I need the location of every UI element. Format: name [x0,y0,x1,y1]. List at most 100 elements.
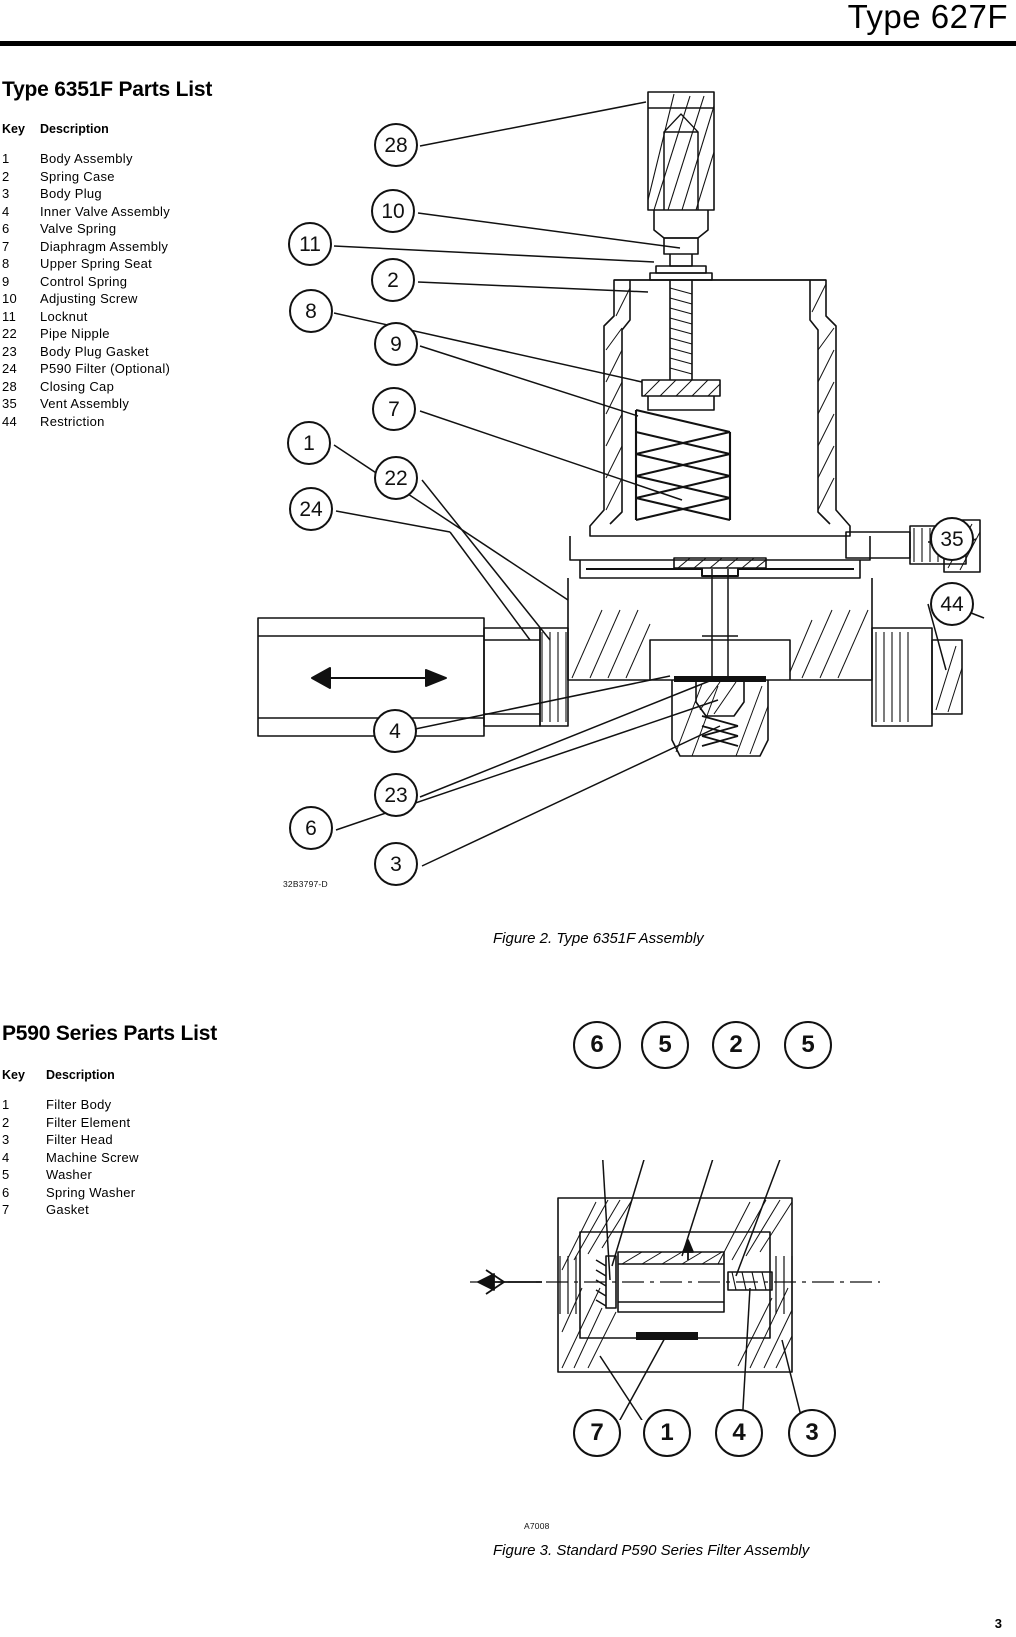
page-title: Type 627F [847,0,1008,35]
part-key: 2 [2,1114,10,1130]
part-description: Control Spring [40,273,128,289]
callout-bubble: 35 [930,517,974,561]
callout-label: 6 [305,816,317,840]
callout-bubble: 3 [788,1409,836,1457]
part-description: Body Plug Gasket [40,343,149,359]
part-description: Pipe Nipple [40,326,110,341]
callout-bubble: 7 [372,387,416,431]
part-key: 1 [2,151,10,166]
callout-label: 9 [390,332,402,356]
parts-table-p590: Key Description 1 Filter Body 2 Filter Elem… [2,1066,266,1219]
callout-bubble: 9 [374,322,418,366]
part-description: Vent Assembly [40,396,130,411]
part-key: 24 [2,361,18,376]
callout-bubble: 6 [289,806,333,850]
table-row: 1 Filter Body [2,1096,266,1114]
section-title-6351f: Type 6351F Parts List [2,78,213,101]
table-row: 3 Filter Head [2,1131,266,1149]
part-key: 28 [2,378,18,394]
callout-label: 35 [940,527,964,551]
part-description: Filter Body [46,1097,112,1112]
section-title-p590: P590 Series Parts List [2,1022,218,1045]
callout-bubble: 5 [641,1021,689,1069]
part-key: 1 [2,1097,10,1112]
part-key: 8 [2,256,10,271]
callout-label: 3 [390,852,402,876]
callout-bubble: 23 [374,773,418,817]
callout-label: 24 [299,497,323,521]
callout-bubble: 7 [573,1409,621,1457]
part-description: Closing Cap [40,378,115,394]
callout-label: 4 [389,719,401,743]
part-description: P590 Filter (Optional) [40,361,171,376]
part-key: 3 [2,186,10,201]
callout-bubble: 4 [715,1409,763,1457]
callout-label: 6 [590,1031,604,1058]
part-description: Restriction [40,413,105,429]
part-key: 44 [2,413,18,429]
callout-label: 28 [384,133,408,157]
callout-label: 22 [384,466,408,490]
table-row: 22 Pipe Nipple [2,325,260,343]
figure-2-drawing-code: 32B3797-D [283,879,328,889]
callout-label: 7 [388,397,400,421]
part-description: Filter Element [46,1114,131,1130]
table-row: 6 Valve Spring [2,220,260,238]
part-key: 5 [2,1167,10,1182]
callout-bubble: 44 [930,582,974,626]
column-header-description: Description [40,122,109,136]
callout-label: 4 [732,1419,746,1446]
part-description: Adjusting Screw [40,291,138,306]
part-key: 4 [2,1149,10,1165]
part-key: 35 [2,396,18,411]
table-row: 2 Filter Element [2,1114,266,1132]
table-header-row: Key Description [2,120,260,150]
part-key: 7 [2,238,10,254]
callout-label: 3 [805,1419,819,1446]
figure-3-caption: Figure 3. Standard P590 Series Filter As… [493,1542,810,1559]
callout-bubble: 5 [784,1021,832,1069]
part-key: 6 [2,1184,10,1200]
callout-bubble: 8 [289,289,333,333]
part-description: Gasket [46,1202,89,1217]
table-row: 7 Diaphragm Assembly [2,238,260,256]
table-row: 10 Adjusting Screw [2,290,260,308]
table-row: 5 Washer [2,1166,266,1184]
part-description: Body Plug [40,186,102,201]
part-description: Washer [46,1167,93,1182]
callout-label: 2 [387,268,399,292]
part-key: 22 [2,326,18,341]
callout-label: 44 [940,592,964,616]
table-row: 4 Inner Valve Assembly [2,203,260,221]
table-row: 8 Upper Spring Seat [2,255,260,273]
callout-bubble: 22 [374,456,418,500]
part-key: 23 [2,343,18,359]
part-key: 7 [2,1202,10,1217]
part-description: Inner Valve Assembly [40,203,171,219]
callout-bubble: 11 [288,222,332,266]
table-row: 3 Body Plug [2,185,260,203]
figure-3-drawing [470,1160,880,1420]
table-row: 11 Locknut [2,308,260,326]
callout-bubble: 1 [287,421,331,465]
part-description: Filter Head [46,1132,113,1147]
header-divider [0,41,1016,46]
table-row: 7 Gasket [2,1201,266,1219]
part-key: 3 [2,1132,10,1147]
callout-label: 1 [660,1419,674,1446]
column-header-key: Key [2,1068,25,1082]
callout-label: 5 [658,1031,672,1058]
part-key: 10 [2,291,18,306]
part-description: Machine Screw [46,1149,139,1165]
part-description: Spring Case [40,168,115,184]
callout-label: 11 [299,232,321,256]
part-key: 4 [2,203,10,219]
table-row: 44 Restriction [2,413,260,431]
callout-bubble: 4 [373,709,417,753]
table-row: 6 Spring Washer [2,1184,266,1202]
callout-bubble: 1 [643,1409,691,1457]
figure-2-drawing [257,91,985,867]
callout-bubble: 2 [371,258,415,302]
table-row: 28 Closing Cap [2,378,260,396]
callout-bubble: 28 [374,123,418,167]
